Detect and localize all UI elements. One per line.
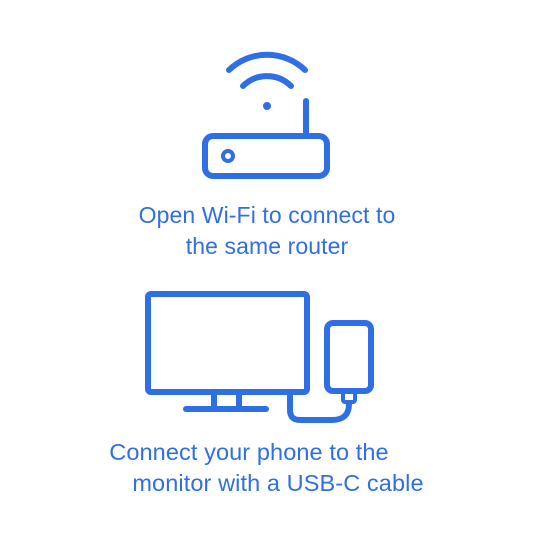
wifi-router-icon bbox=[202, 51, 330, 179]
usb-step-line-2: monitor with a USB-C cable bbox=[132, 470, 424, 496]
wifi-step-caption: Open Wi-Fi to connect to the same router bbox=[0, 200, 534, 262]
phone-body bbox=[324, 320, 374, 394]
monitor-phone-usb-icon bbox=[145, 291, 374, 423]
monitor-screen bbox=[145, 291, 310, 395]
usb-step-line-1: Connect your phone to the bbox=[109, 439, 389, 465]
wifi-step-line-1: Open Wi-Fi to connect to bbox=[138, 202, 396, 228]
wifi-signal-dot bbox=[263, 102, 271, 110]
usb-c-connector bbox=[341, 389, 357, 404]
usb-c-cable bbox=[287, 389, 352, 423]
wifi-signal-middle-arc bbox=[240, 73, 294, 89]
wifi-step-line-2: the same router bbox=[185, 233, 349, 259]
router-status-led bbox=[221, 149, 235, 163]
usb-step-caption: Connect your phone to the monitor with a… bbox=[0, 437, 516, 499]
wifi-signal-outer-arc bbox=[226, 51, 308, 73]
